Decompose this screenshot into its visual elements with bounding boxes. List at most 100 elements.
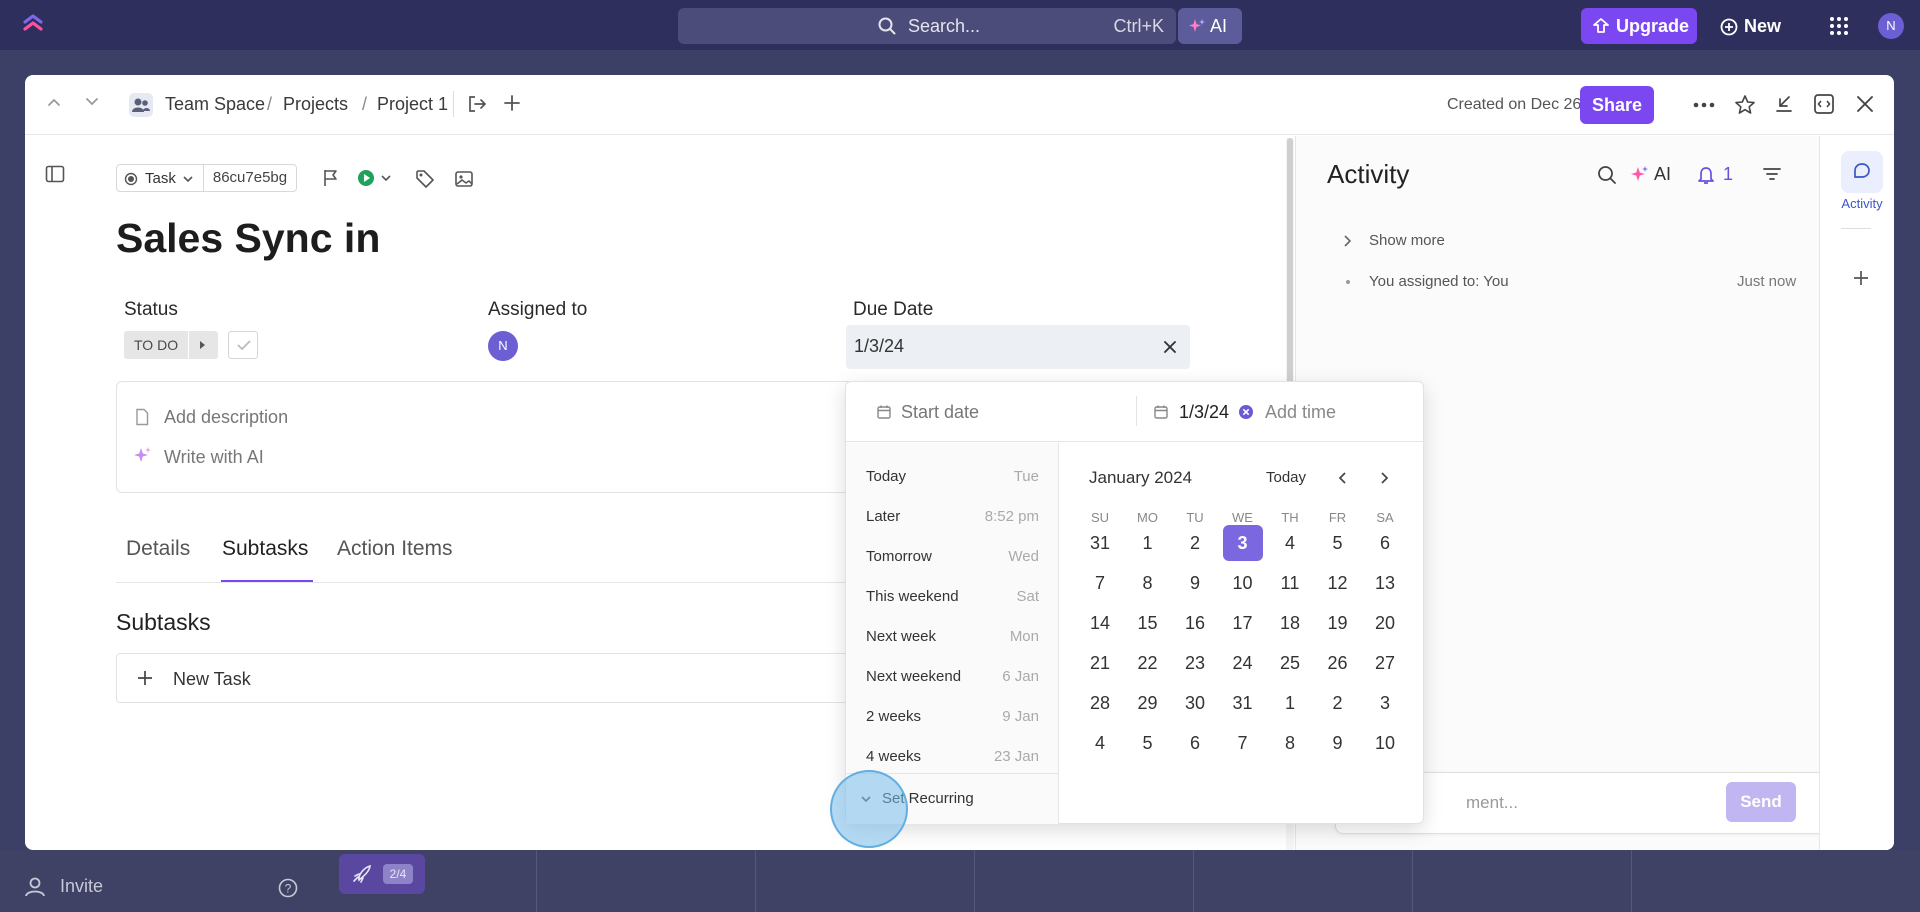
- calendar-day[interactable]: 16: [1175, 605, 1215, 641]
- calendar-day[interactable]: 25: [1270, 645, 1310, 681]
- quick-option-later[interactable]: Later 8:52 pm: [866, 508, 1039, 525]
- calendar-day[interactable]: 22: [1128, 645, 1168, 681]
- search-icon[interactable]: [1597, 165, 1617, 185]
- ai-button[interactable]: AI: [1178, 8, 1242, 44]
- priority-flag-icon[interactable]: [322, 168, 340, 188]
- calendar-day[interactable]: 2: [1318, 685, 1358, 721]
- notifications-button[interactable]: 1: [1697, 163, 1741, 187]
- calendar-day[interactable]: 2: [1175, 525, 1215, 561]
- calendar-day[interactable]: 29: [1128, 685, 1168, 721]
- calendar-day[interactable]: 28: [1080, 685, 1120, 721]
- calendar-day[interactable]: 15: [1128, 605, 1168, 641]
- calendar-today-button[interactable]: Today: [1266, 469, 1306, 486]
- calendar-day[interactable]: 18: [1270, 605, 1310, 641]
- calendar-day[interactable]: 23: [1175, 645, 1215, 681]
- star-icon[interactable]: [1734, 94, 1756, 116]
- calendar-day[interactable]: 24: [1223, 645, 1263, 681]
- calendar-day[interactable]: 4: [1270, 525, 1310, 561]
- breadcrumb-projects[interactable]: Projects: [283, 94, 348, 115]
- calendar-day[interactable]: 13: [1365, 565, 1405, 601]
- expand-icon[interactable]: [1813, 93, 1835, 115]
- calendar-day[interactable]: 7: [1080, 565, 1120, 601]
- task-type-dropdown[interactable]: Task: [116, 164, 204, 192]
- calendar-day[interactable]: 14: [1080, 605, 1120, 641]
- breadcrumb-team-space[interactable]: Team Space: [165, 94, 265, 115]
- quick-option-this-weekend[interactable]: This weekend Sat: [866, 588, 1039, 605]
- start-date-input[interactable]: Start date: [901, 402, 979, 423]
- calendar-day[interactable]: 17: [1223, 605, 1263, 641]
- calendar-day[interactable]: 3: [1222, 525, 1263, 561]
- quick-option-tomorrow[interactable]: Tomorrow Wed: [866, 548, 1039, 565]
- rail-activity-button[interactable]: [1841, 151, 1883, 193]
- calendar-day[interactable]: 3: [1365, 685, 1405, 721]
- filter-icon[interactable]: [1762, 166, 1782, 182]
- tag-icon[interactable]: [415, 169, 435, 189]
- calendar-day[interactable]: 11: [1270, 565, 1310, 601]
- write-with-ai-label[interactable]: Write with AI: [164, 447, 264, 468]
- image-icon[interactable]: [454, 169, 474, 189]
- add-description-label[interactable]: Add description: [164, 407, 288, 428]
- chevron-down-icon[interactable]: [85, 97, 99, 107]
- tab-details[interactable]: Details: [126, 537, 190, 561]
- quick-option-today[interactable]: Today Tue: [866, 468, 1039, 485]
- calendar-day[interactable]: 31: [1080, 525, 1120, 561]
- sidebar-toggle-icon[interactable]: [45, 165, 65, 183]
- quick-option-next-week[interactable]: Next week Mon: [866, 628, 1039, 645]
- calendar-day[interactable]: 1: [1128, 525, 1168, 561]
- calendar-day[interactable]: 26: [1318, 645, 1358, 681]
- breadcrumb-project-1[interactable]: Project 1: [377, 94, 448, 115]
- calendar-day[interactable]: 9: [1175, 565, 1215, 601]
- chevron-up-icon[interactable]: [47, 97, 61, 107]
- calendar-day[interactable]: 7: [1223, 725, 1263, 761]
- calendar-day[interactable]: 4: [1080, 725, 1120, 761]
- calendar-day[interactable]: 27: [1365, 645, 1405, 681]
- add-icon[interactable]: [503, 94, 521, 112]
- complete-check-button[interactable]: [228, 331, 258, 359]
- next-month-icon[interactable]: [1378, 471, 1390, 485]
- task-id[interactable]: 86cu7e5bg: [203, 164, 297, 192]
- assignee-avatar[interactable]: N: [488, 331, 518, 361]
- onboarding-button[interactable]: 2/4: [339, 854, 425, 894]
- due-date-field[interactable]: 1/3/24: [846, 325, 1190, 369]
- previous-month-icon[interactable]: [1337, 471, 1349, 485]
- calendar-day[interactable]: 5: [1318, 525, 1358, 561]
- calendar-day[interactable]: 8: [1128, 565, 1168, 601]
- global-search-bar[interactable]: Search... Ctrl+K: [678, 8, 1176, 44]
- calendar-day[interactable]: 6: [1175, 725, 1215, 761]
- calendar-day[interactable]: 5: [1128, 725, 1168, 761]
- calendar-day[interactable]: 21: [1080, 645, 1120, 681]
- quick-option-next-weekend[interactable]: Next weekend 6 Jan: [866, 668, 1039, 685]
- minimize-icon[interactable]: [1774, 94, 1794, 114]
- apps-grid-icon[interactable]: [1829, 16, 1849, 36]
- calendar-day[interactable]: 30: [1175, 685, 1215, 721]
- calendar-day[interactable]: 10: [1223, 565, 1263, 601]
- add-time-input[interactable]: Add time: [1265, 402, 1336, 423]
- calendar-day[interactable]: 9: [1318, 725, 1358, 761]
- send-button[interactable]: Send: [1726, 782, 1796, 822]
- help-icon[interactable]: ?: [278, 878, 298, 898]
- calendar-day[interactable]: 10: [1365, 725, 1405, 761]
- close-icon[interactable]: [1856, 95, 1874, 113]
- clickup-logo-icon[interactable]: [22, 13, 44, 37]
- calendar-day[interactable]: 19: [1318, 605, 1358, 641]
- new-button[interactable]: New: [1716, 8, 1792, 44]
- user-avatar[interactable]: N: [1878, 13, 1904, 39]
- move-task-icon[interactable]: [467, 94, 487, 114]
- activity-ai-button[interactable]: AI: [1630, 163, 1680, 187]
- status-dropdown[interactable]: TO DO: [124, 331, 218, 359]
- add-icon[interactable]: [1853, 270, 1869, 286]
- task-title[interactable]: Sales Sync in: [116, 215, 380, 262]
- calendar-day[interactable]: 20: [1365, 605, 1405, 641]
- calendar-day[interactable]: 6: [1365, 525, 1405, 561]
- tab-action-items[interactable]: Action Items: [337, 537, 453, 561]
- due-date-input[interactable]: 1/3/24: [1179, 402, 1229, 423]
- calendar-day[interactable]: 31: [1223, 685, 1263, 721]
- quick-option-4-weeks[interactable]: 4 weeks 23 Jan: [866, 748, 1039, 765]
- share-button[interactable]: Share: [1580, 86, 1654, 124]
- calendar-day[interactable]: 8: [1270, 725, 1310, 761]
- more-options-icon[interactable]: [1693, 102, 1715, 108]
- calendar-day[interactable]: 12: [1318, 565, 1358, 601]
- upgrade-button[interactable]: Upgrade: [1581, 8, 1697, 44]
- calendar-day[interactable]: 1: [1270, 685, 1310, 721]
- start-timer-icon[interactable]: [358, 169, 396, 187]
